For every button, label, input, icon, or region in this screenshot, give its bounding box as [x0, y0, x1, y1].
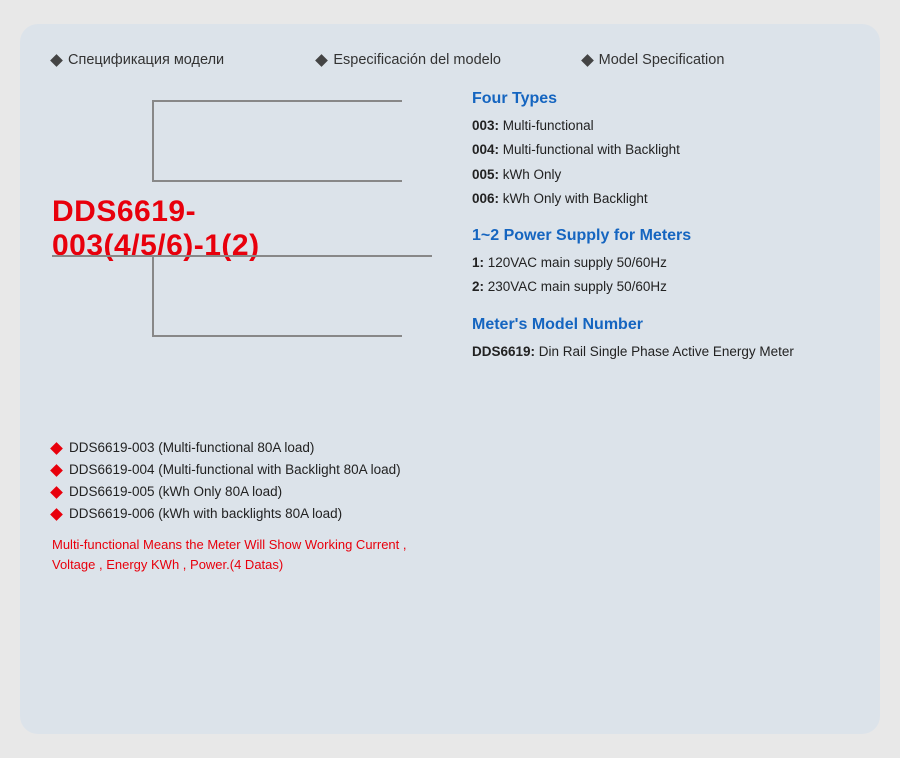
model-number-title: Meter's Model Number [472, 316, 848, 334]
type-code-004: 004: [472, 142, 499, 157]
power-supply-section: 1~2 Power Supply for Meters 1: 120VAC ma… [472, 227, 848, 298]
type-desc-004: Multi-functional with Backlight [503, 142, 680, 157]
list-item: DDS6619-003 (Multi-functional 80A load) [52, 440, 442, 455]
model-number-text: Din Rail Single Phase Active Energy Mete… [539, 344, 794, 359]
power-desc-1: 120VAC main supply 50/60Hz [488, 255, 667, 270]
four-types-title: Four Types [472, 90, 848, 108]
bullet-text-3: DDS6619-005 (kWh Only 80A load) [69, 484, 282, 499]
power-code-2: 2: [472, 279, 484, 294]
model-text: DDS6619-003(4/5/6)-1(2) [52, 195, 402, 263]
bullet-text-2: DDS6619-004 (Multi-functional with Backl… [69, 462, 401, 477]
line-left-bottom [152, 255, 154, 335]
power-desc-2: 230VAC main supply 50/60Hz [488, 279, 667, 294]
power-code-1: 1: [472, 255, 484, 270]
bracket-diagram: DDS6619-003(4/5/6)-1(2) [52, 100, 402, 420]
type-desc-005: kWh Only [503, 167, 562, 182]
power-supply-title: 1~2 Power Supply for Meters [472, 227, 848, 245]
line-top [152, 100, 402, 102]
line-mid-top [152, 180, 402, 182]
header-label-en: Model Specification [599, 52, 725, 68]
type-005: 005: kWh Only [472, 165, 848, 185]
bullet-icon-2 [50, 464, 63, 477]
model-number-section: Meter's Model Number DDS6619: Din Rail S… [472, 316, 848, 363]
main-content: DDS6619-003(4/5/6)-1(2) DDS6619-003 (Mul… [52, 90, 848, 575]
bullet-text-1: DDS6619-003 (Multi-functional 80A load) [69, 440, 314, 455]
header-label-ru: Спецификация модели [68, 52, 224, 68]
header-item-es: Especificación del modelo [317, 52, 582, 68]
list-item: DDS6619-004 (Multi-functional with Backl… [52, 462, 442, 477]
type-code-006: 006: [472, 191, 499, 206]
main-card: Спецификация модели Especificación del m… [20, 24, 880, 734]
bullet-text-4: DDS6619-006 (kWh with backlights 80A loa… [69, 506, 342, 521]
right-section: Four Types 003: Multi-functional 004: Mu… [442, 90, 848, 575]
list-item: DDS6619-005 (kWh Only 80A load) [52, 484, 442, 499]
header-label-es: Especificación del modelo [333, 52, 501, 68]
left-section: DDS6619-003(4/5/6)-1(2) DDS6619-003 (Mul… [52, 90, 442, 575]
model-number-desc: DDS6619: Din Rail Single Phase Active En… [472, 342, 848, 363]
type-code-003: 003: [472, 118, 499, 133]
type-006: 006: kWh Only with Backlight [472, 189, 848, 209]
type-desc-003: Multi-functional [503, 118, 594, 133]
line-bottom [152, 335, 402, 337]
bullet-list: DDS6619-003 (Multi-functional 80A load) … [52, 440, 442, 521]
line-left-top [152, 100, 154, 180]
header-row: Спецификация модели Especificación del m… [52, 52, 848, 68]
power-2: 2: 230VAC main supply 50/60Hz [472, 277, 848, 297]
notice-text: Multi-functional Means the Meter Will Sh… [52, 535, 442, 575]
list-item: DDS6619-006 (kWh with backlights 80A loa… [52, 506, 442, 521]
diamond-icon-3 [581, 54, 594, 67]
type-code-005: 005: [472, 167, 499, 182]
bullet-icon-3 [50, 486, 63, 499]
power-1: 1: 120VAC main supply 50/60Hz [472, 253, 848, 273]
header-item-ru: Спецификация модели [52, 52, 317, 68]
model-number-code: DDS6619: [472, 344, 535, 359]
bullet-icon-4 [50, 508, 63, 521]
diamond-icon-1 [50, 54, 63, 67]
line-under-model [52, 255, 432, 257]
type-003: 003: Multi-functional [472, 116, 848, 136]
type-desc-006: kWh Only with Backlight [503, 191, 648, 206]
diamond-icon-2 [315, 54, 328, 67]
header-item-en: Model Specification [583, 52, 848, 68]
type-004: 004: Multi-functional with Backlight [472, 140, 848, 160]
bullet-icon-1 [50, 442, 63, 455]
